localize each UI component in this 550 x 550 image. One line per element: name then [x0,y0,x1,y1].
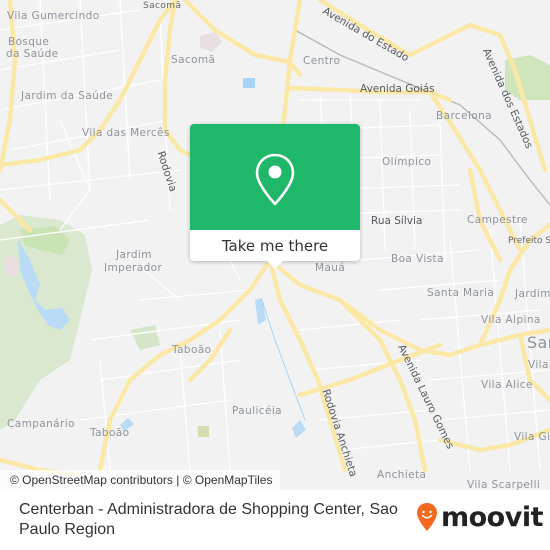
map-label-vila-gumercindo: Vila Gumercindo [7,10,100,22]
map-label-vila-das-merces: Vila das Mercês [82,127,170,139]
map-label-rua-silvia: Rua Sílvia [371,215,423,227]
popup-pointer [267,261,283,269]
destination-popup[interactable]: Take me there [190,124,360,269]
map-label-vila-scarpelli: Vila Scarpelli [467,479,541,490]
water [255,298,266,325]
map-label-taboao-2: Taboão [90,427,130,439]
map-label-boa-vista: Boa Vista [391,253,444,265]
water [292,420,306,438]
map-label-vila-alpina: Vila Alpina [481,314,541,326]
map-label-olimpico: Olímpico [382,156,432,168]
water [243,78,255,88]
map-label-sacoma: Sacomã [171,54,216,66]
map-label-vila-right: Vila [528,359,549,371]
map-label-da-saude: da Saúde [6,48,59,60]
take-me-there-button[interactable]: Take me there [190,230,360,261]
map-label-bosque: Bosque [8,36,50,48]
map-label-santa-maria: Santa Maria [427,287,495,299]
map-pin-icon [255,153,295,206]
industrial-area [6,257,18,275]
park-area [198,426,209,437]
map-label-sacoma-top: Sacomã [143,1,182,11]
popup-header [190,124,360,230]
map-label-maua: Mauá [315,262,346,274]
map-label-jardim-da-saude: Jardim da Saúde [21,90,114,102]
map-label-campanario: Campanário [7,418,75,430]
map-label-jardim: Jardim [116,249,152,261]
map-label-jardim-right: Jardim [515,288,550,300]
map-label-paulicea: Paulicéia [232,405,282,417]
map-label-taboao: Taboão [172,344,212,356]
map-label-vila-alice: Vila Alice [481,379,533,391]
map-label-campestre: Campestre [467,214,528,226]
footer: Centerban - Administradora de Shopping C… [0,490,550,550]
moovit-logo[interactable]: moovit [416,501,544,533]
map-label-imperador: Imperador [104,262,163,274]
map-label-barcelona: Barcelona [436,110,492,122]
map-label-santo-andre: San [527,333,550,352]
map-label-anchieta: Anchieta [377,469,427,481]
place-name: Centerban - Administradora de Shopping C… [19,501,398,538]
map-attribution[interactable]: © OpenStreetMap contributors | © OpenMap… [0,470,281,490]
map-label-centro: Centro [303,55,341,67]
river [261,299,306,421]
park-area [130,325,160,350]
moovit-pin-icon [417,503,437,531]
map-label-vila-gi: Vila Gi [514,431,550,443]
map-label-prefeito: Prefeito Sa [508,236,550,246]
moovit-wordmark: moovit [441,501,544,533]
map-label-avenida-goias: Avenida Goiás [360,83,435,95]
map-view[interactable]: Vila Gumercindo Bosque da Saúde Sacomã S… [0,0,550,490]
industrial-area [200,32,222,52]
